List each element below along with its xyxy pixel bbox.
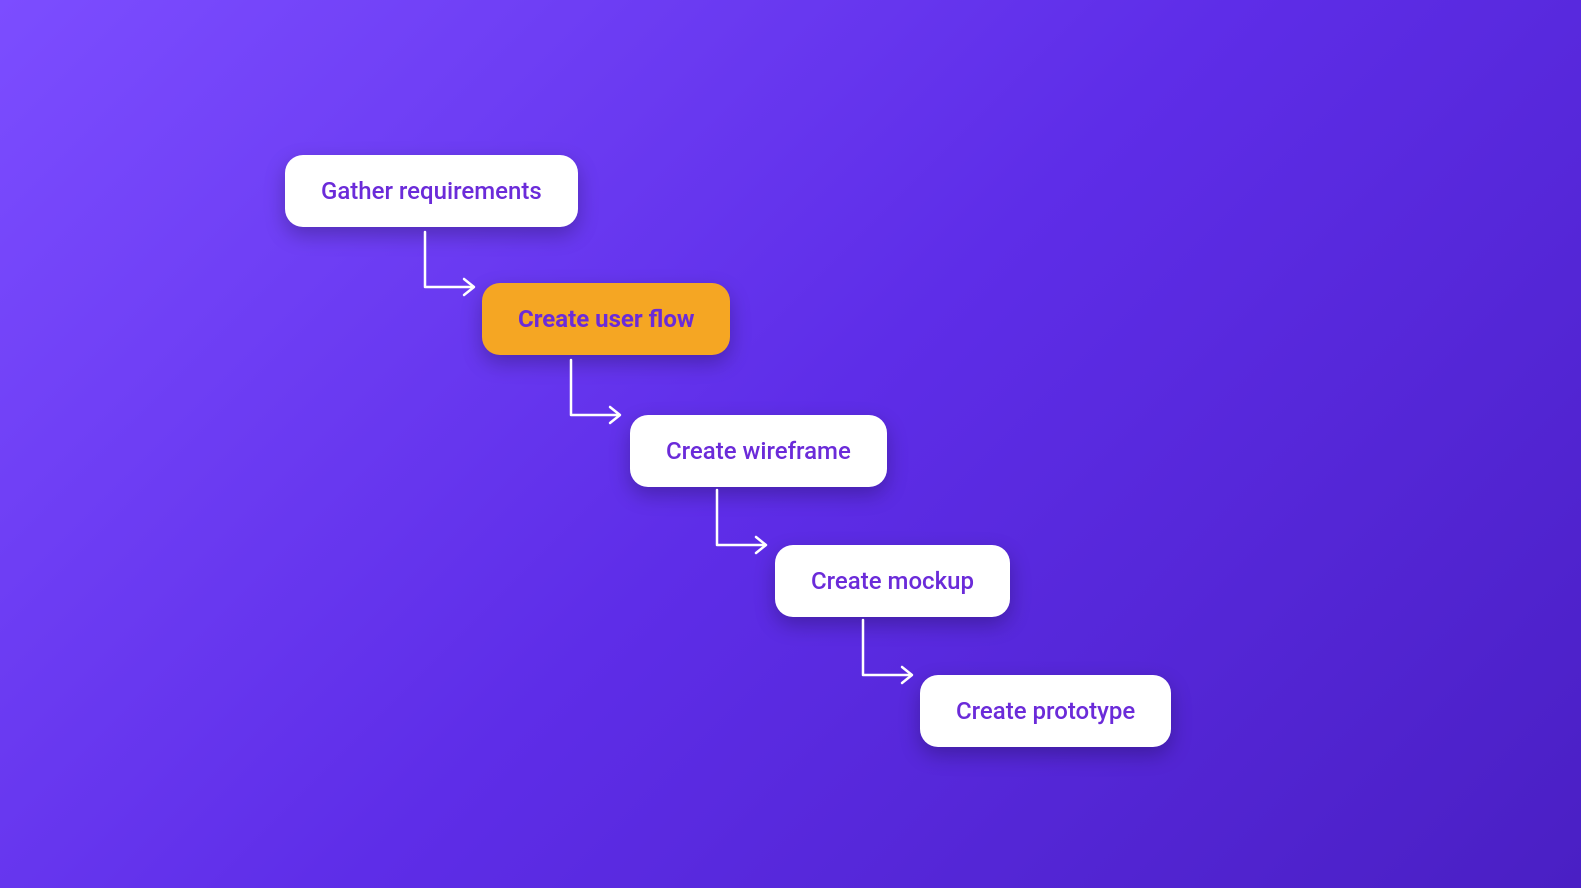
arrow-connector-icon: [566, 360, 636, 444]
step-label: Create mockup: [811, 567, 974, 595]
step-label: Create user flow: [518, 305, 694, 333]
step-create-prototype: Create prototype: [920, 675, 1171, 747]
step-label: Create prototype: [956, 697, 1135, 725]
arrow-connector-icon: [858, 620, 928, 704]
arrow-connector-icon: [420, 232, 490, 316]
step-label: Gather requirements: [321, 177, 542, 205]
step-create-user-flow: Create user flow: [482, 283, 730, 355]
step-create-mockup: Create mockup: [775, 545, 1010, 617]
step-label: Create wireframe: [666, 437, 851, 465]
step-create-wireframe: Create wireframe: [630, 415, 887, 487]
step-gather-requirements: Gather requirements: [285, 155, 578, 227]
process-flow-diagram: Gather requirements Create user flow Cre…: [0, 0, 1581, 888]
arrow-connector-icon: [712, 490, 782, 574]
